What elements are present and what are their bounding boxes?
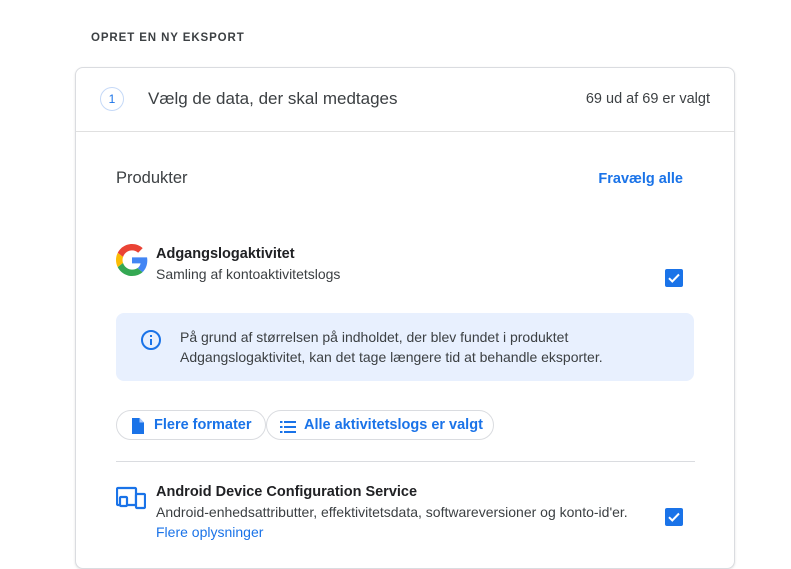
product-description: Samling af kontoaktivitetslogs [156, 266, 341, 282]
product-checkbox[interactable] [665, 269, 683, 287]
export-card: 1 Vælg de data, der skal medtages 69 ud … [75, 67, 735, 569]
activity-logs-button[interactable]: Alle aktivitetslogs er valgt [266, 410, 494, 440]
check-icon [668, 273, 680, 283]
more-formats-button[interactable]: Flere formater [116, 410, 266, 440]
activity-logs-label: Alle aktivitetslogs er valgt [304, 417, 483, 433]
info-message: På grund af størrelsen på indholdet, der… [180, 329, 603, 365]
product-name: Android Device Configuration Service [156, 484, 418, 500]
deselect-all-link[interactable]: Fravælg alle [598, 171, 683, 187]
more-info-link[interactable]: Flere oplysninger [156, 524, 263, 540]
step-number: 1 [100, 87, 124, 111]
product-checkbox[interactable] [665, 508, 683, 526]
step-title: Vælg de data, der skal medtages [148, 89, 398, 108]
product-description: Android-enhedsattributter, effektivitets… [156, 504, 628, 520]
step-header[interactable]: 1 Vælg de data, der skal medtages 69 ud … [76, 68, 734, 132]
check-icon [668, 512, 680, 522]
list-icon [280, 420, 296, 438]
more-formats-label: Flere formater [154, 417, 252, 433]
file-icon [131, 418, 145, 439]
product-name: Adgangslogaktivitet [156, 246, 295, 262]
selected-count: 69 ud af 69 er valgt [585, 91, 710, 107]
section-heading: OPRET EN NY EKSPORT [91, 32, 245, 44]
info-icon [140, 329, 162, 356]
devices-icon [115, 486, 147, 515]
google-g-icon [116, 244, 148, 281]
info-banner: På grund af størrelsen på indholdet, der… [116, 313, 694, 381]
products-label: Produkter [116, 169, 188, 187]
divider [116, 461, 695, 462]
